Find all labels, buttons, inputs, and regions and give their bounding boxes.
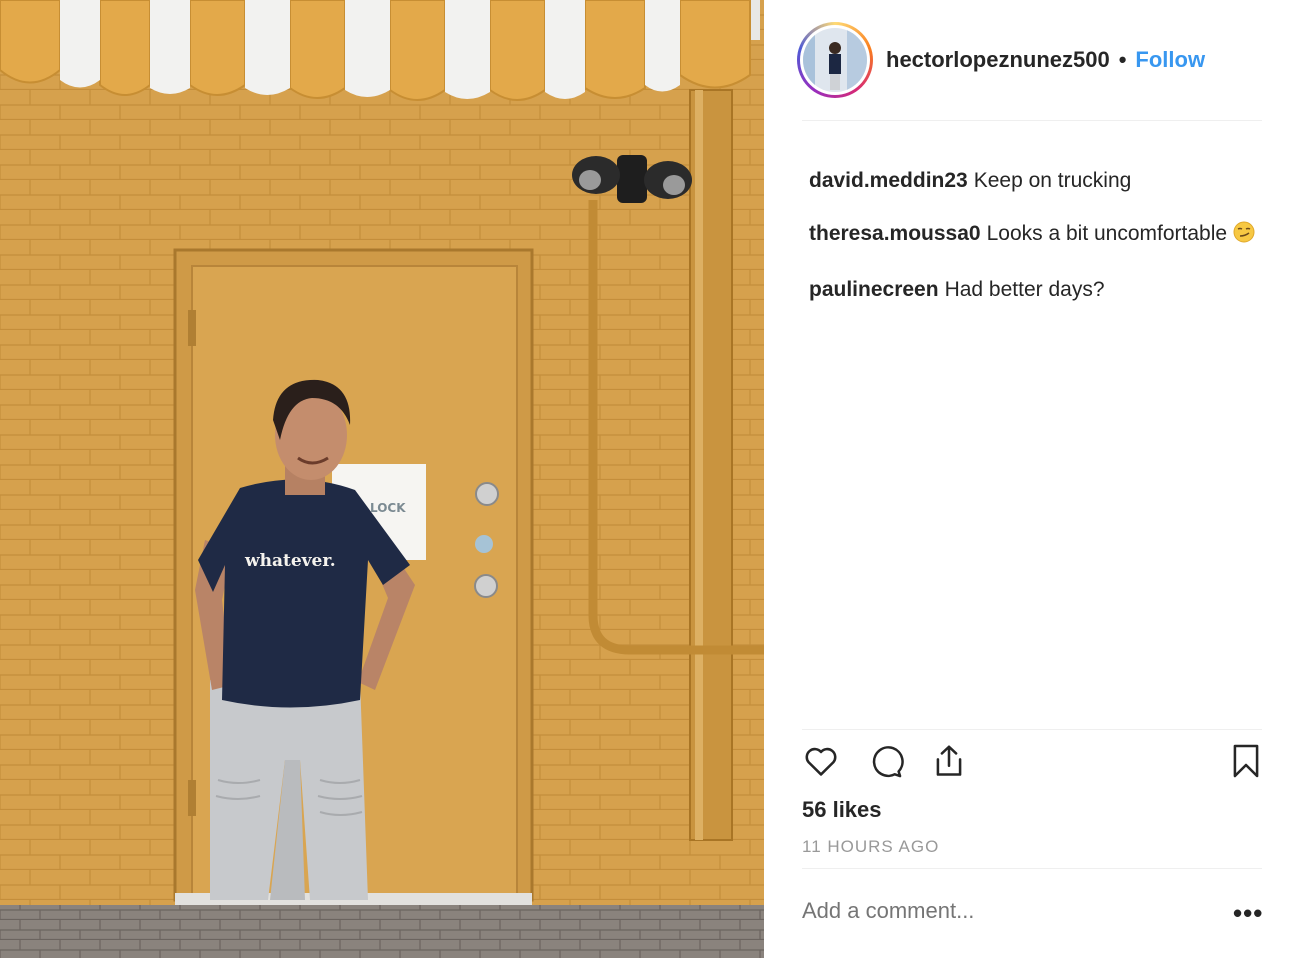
comments-list: david.meddin23 Keep on trucking theresa.m… xyxy=(809,166,1289,328)
shirt-text: whatever. xyxy=(244,551,336,571)
awning xyxy=(0,0,760,101)
post-timestamp: 11 HOURS AGO xyxy=(802,837,940,856)
comment-divider xyxy=(802,868,1262,869)
more-options-icon[interactable]: ••• xyxy=(1233,898,1263,929)
comment-username[interactable]: david.meddin23 xyxy=(809,169,968,192)
comment-text: Keep on trucking xyxy=(973,169,1132,192)
smirk-emoji-icon xyxy=(1233,221,1255,252)
actions-divider xyxy=(802,729,1262,730)
avatar[interactable] xyxy=(797,22,873,98)
comment-item: david.meddin23 Keep on trucking xyxy=(809,166,1289,196)
post-panel: hectorlopeznunez500 • Follow david.meddi… xyxy=(764,0,1298,958)
header-divider xyxy=(802,120,1262,121)
post-username[interactable]: hectorlopeznunez500 xyxy=(886,47,1110,73)
bookmark-icon[interactable] xyxy=(1227,742,1265,785)
add-comment-input[interactable] xyxy=(802,898,1242,924)
comment-username[interactable]: paulinecreen xyxy=(809,278,939,301)
photo-illustration: LOCK whatever. xyxy=(0,0,764,958)
door-sign-text: LOCK xyxy=(370,501,406,515)
comment-item: theresa.moussa0 Looks a bit uncomfortable xyxy=(809,219,1289,252)
heart-icon[interactable] xyxy=(802,742,840,785)
comment-text: Looks a bit uncomfortable xyxy=(986,222,1228,245)
avatar-image xyxy=(803,28,867,92)
likes-count[interactable]: 56 likes xyxy=(802,797,882,823)
share-icon[interactable] xyxy=(930,742,968,785)
comment-username[interactable]: theresa.moussa0 xyxy=(809,222,981,245)
post-header: hectorlopeznunez500 • Follow xyxy=(797,22,1262,98)
comment-text: Had better days? xyxy=(944,278,1105,301)
separator-dot: • xyxy=(1118,47,1127,72)
comment-item: paulinecreen Had better days? xyxy=(809,275,1289,305)
follow-button[interactable]: Follow xyxy=(1135,47,1205,73)
comment-icon[interactable] xyxy=(866,742,904,785)
action-bar xyxy=(802,742,1262,788)
post-photo[interactable]: LOCK whatever. xyxy=(0,0,764,958)
